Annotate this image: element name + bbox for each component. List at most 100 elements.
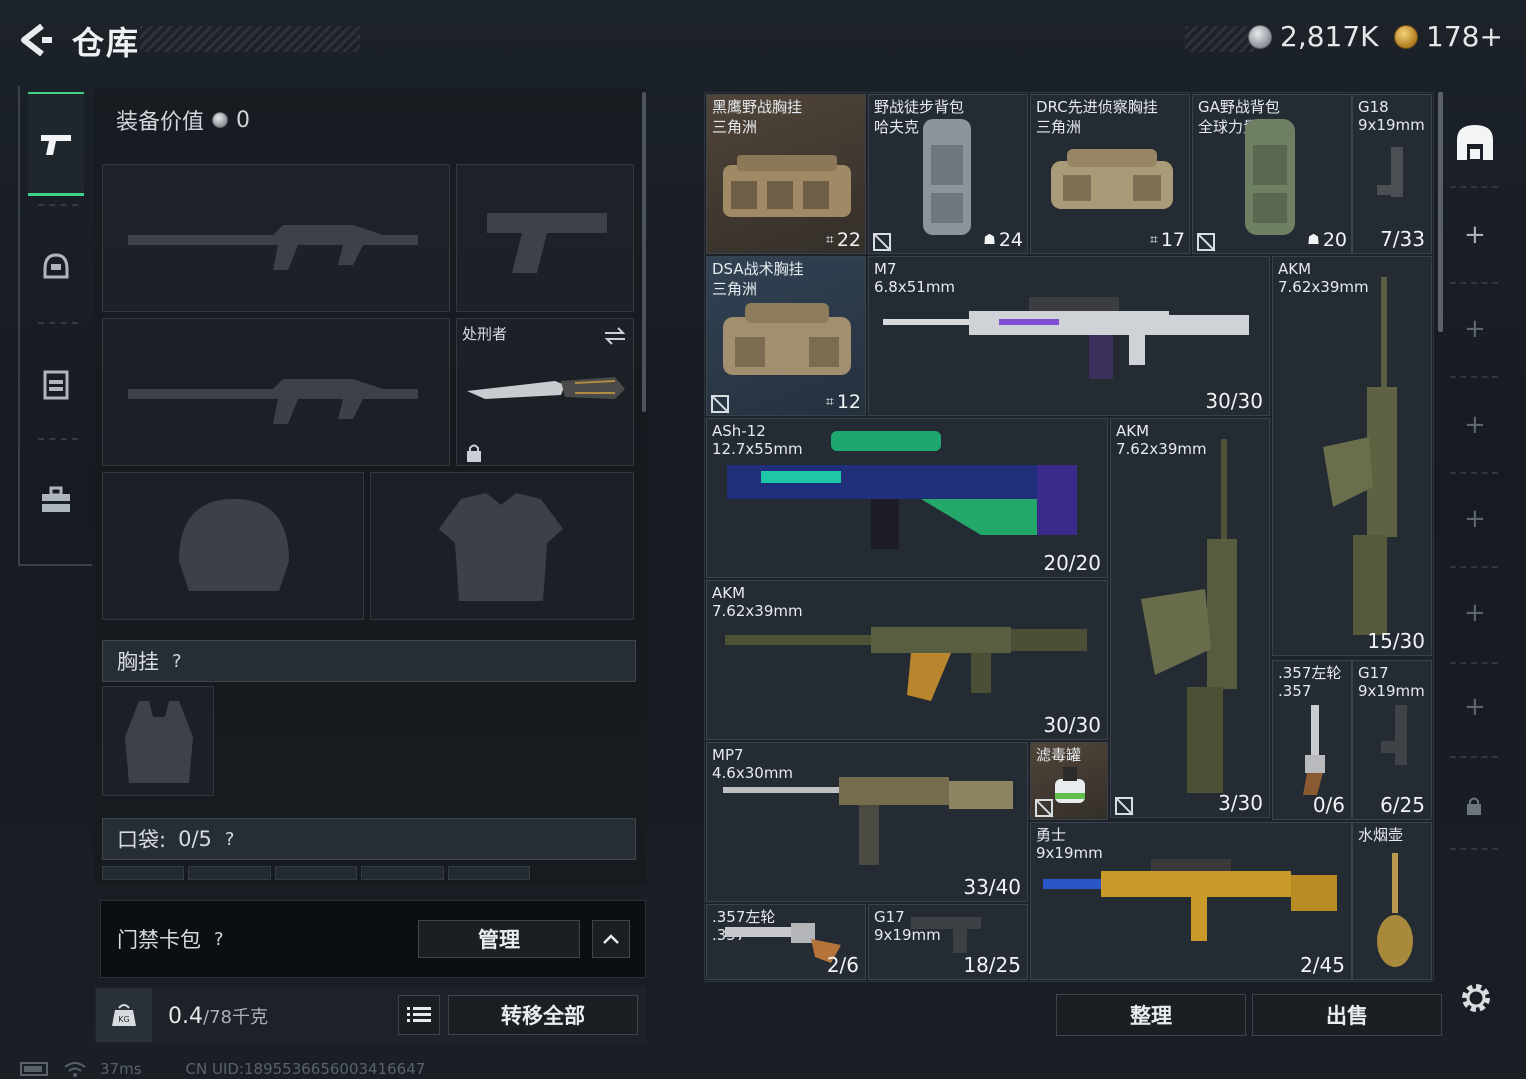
storage-item-ash12[interactable]: ASh-12 12.7x55mm 20/20 <box>706 418 1108 578</box>
pocket-slot[interactable] <box>361 866 444 880</box>
primary-weapon-slot-2[interactable] <box>102 318 450 466</box>
pocket-slot[interactable] <box>102 866 185 880</box>
storage-item-dsa-rig[interactable]: DSA战术胸挂 三角洲 ⌗ 12 <box>706 256 866 416</box>
storage-item-mp7[interactable]: MP7 4.6x30mm 33/40 <box>706 742 1028 902</box>
storage-item-akm-vertical[interactable]: AKM 7.62x39mm 15/30 <box>1272 256 1432 656</box>
helmet-silhouette-icon <box>179 499 289 591</box>
storage-item-m7[interactable]: M7 6.8x51mm 30/30 <box>868 256 1270 416</box>
nav-helmet[interactable] <box>28 214 84 318</box>
storage-item-akm[interactable]: AKM 7.62x39mm 30/30 <box>706 580 1108 740</box>
transfer-all-button[interactable]: 转移全部 <box>448 995 638 1035</box>
add-tab-icon[interactable]: + <box>1464 410 1486 440</box>
nav-briefcase[interactable] <box>28 448 84 552</box>
helmet-slot[interactable] <box>102 472 364 620</box>
storage-item-blackhawk-rig[interactable]: 黑鹰野战胸挂 三角洲 ⌗ 22 <box>706 94 866 254</box>
add-tab-icon[interactable]: + <box>1464 598 1486 628</box>
manage-button[interactable]: 管理 <box>418 920 580 958</box>
item-name: AKM <box>1278 260 1312 278</box>
chest-icon: ⌗ <box>1149 232 1158 248</box>
list-icon <box>407 1007 431 1022</box>
pocket-slot[interactable] <box>274 866 358 880</box>
nav-vest[interactable] <box>28 332 84 436</box>
rifle-art-icon <box>1323 277 1397 635</box>
storage-item-g17-2[interactable]: G17 9x19mm 18/25 <box>868 904 1028 980</box>
item-name: 野战徒步背包 <box>874 98 965 116</box>
item-name: AKM <box>1116 422 1150 440</box>
storage-scrollbar[interactable] <box>1438 92 1443 332</box>
nav-separator <box>38 322 78 324</box>
item-ammo: 0/6 <box>1312 793 1345 817</box>
collapse-button[interactable] <box>592 920 630 958</box>
chest-rig-label: 胸挂 <box>117 650 159 674</box>
equipment-value: 装备价值 0 <box>116 104 250 136</box>
chest-icon: ⌗ <box>825 232 834 248</box>
add-tab-icon[interactable]: + <box>1464 692 1486 722</box>
storage-item-357-revolver[interactable]: .357左轮 .357 0/6 <box>1272 660 1352 820</box>
chevron-up-icon <box>603 934 619 944</box>
storage-item-g18[interactable]: G18 9x19mm 7/33 <box>1352 94 1432 254</box>
storage-item-357-revolver-2[interactable]: .357左轮 .357 2/6 <box>706 904 866 980</box>
wifi-icon <box>64 1062 86 1077</box>
storage-item-hookah[interactable]: 水烟壶 <box>1352 822 1432 980</box>
item-name: G17 <box>1358 664 1389 682</box>
rifle-art-icon <box>725 627 1087 701</box>
chest-rig-header: 胸挂 ? <box>102 640 636 682</box>
back-arrow-icon[interactable] <box>16 20 56 60</box>
pocket-slot[interactable] <box>447 866 531 880</box>
primary-weapon-slot-1[interactable] <box>102 164 450 312</box>
list-view-button[interactable] <box>398 995 440 1035</box>
item-capacity: ⌗ 17 <box>1149 229 1185 251</box>
equipment-scrollbar[interactable] <box>642 92 646 412</box>
item-capacity: ⌗ 12 <box>825 391 861 413</box>
storage-item-hiking-backpack[interactable]: 野战徒步背包 哈夫克 ☗ 24 <box>868 94 1028 254</box>
sell-button[interactable]: 出售 <box>1252 994 1442 1036</box>
body-armor-slot[interactable] <box>370 472 634 620</box>
weight-capacity: /78千克 <box>203 1007 268 1028</box>
storage-item-warrior-smg[interactable]: 勇士 9x19mm 2/45 <box>1030 822 1352 980</box>
rifle-silhouette-icon <box>128 225 418 270</box>
storage-item-drc-rig[interactable]: DRC先进侦察胸挂 三角洲 ⌗ 17 <box>1030 94 1190 254</box>
item-name: AKM <box>712 584 746 602</box>
chest-rig-art-icon <box>1051 149 1173 209</box>
storage-item-akm-vertical-2[interactable]: AKM 7.62x39mm 3/30 <box>1110 418 1270 818</box>
storage-item-ga-backpack[interactable]: GA野战背包 全球力量 ☗ 20 <box>1192 94 1352 254</box>
chest-rig-slot[interactable] <box>102 686 214 796</box>
warehouse-icon[interactable] <box>1454 122 1496 162</box>
melee-slot[interactable]: 处刑者 <box>456 318 634 466</box>
pocket-slot[interactable] <box>188 866 271 880</box>
item-sub: 三角洲 <box>1036 118 1082 136</box>
add-tab-icon[interactable]: + <box>1464 314 1486 344</box>
bag-icon: ☗ <box>1307 232 1320 248</box>
silver-currency[interactable]: 2,817K <box>1248 20 1379 53</box>
settings-gear-icon[interactable] <box>1458 980 1494 1016</box>
add-tab-icon[interactable]: + <box>1464 504 1486 534</box>
sidearm-slot[interactable] <box>456 164 634 312</box>
storage-item-filter-canister[interactable]: 滤毒罐 <box>1030 742 1108 820</box>
nav-separator <box>38 204 78 206</box>
rifle-art-icon <box>1141 439 1237 793</box>
lock-icon <box>467 444 481 462</box>
pocket-count: 0/5 <box>178 827 212 851</box>
swap-icon[interactable] <box>603 327 627 345</box>
item-name: .357左轮 <box>1278 664 1342 682</box>
gold-currency[interactable]: 178+ <box>1394 20 1503 53</box>
knife-icon <box>467 377 625 399</box>
sort-button[interactable]: 整理 <box>1056 994 1246 1036</box>
add-tab-icon[interactable]: + <box>1464 220 1486 250</box>
side-nav <box>18 86 92 566</box>
smg-art-icon <box>1043 859 1337 941</box>
help-icon[interactable]: ? <box>224 828 236 851</box>
help-icon[interactable]: ? <box>213 928 225 951</box>
not-insured-icon <box>1197 233 1215 251</box>
backpack-art-icon <box>923 119 971 235</box>
equipment-value-amount: 0 <box>236 107 251 133</box>
revolver-art-icon <box>1303 705 1325 795</box>
rail-separator <box>1450 662 1498 664</box>
help-icon[interactable]: ? <box>171 650 183 673</box>
storage-item-g17[interactable]: G17 9x19mm 6/25 <box>1352 660 1432 820</box>
chest-rig-art-icon <box>723 155 851 217</box>
nav-weapons[interactable] <box>28 92 84 196</box>
item-sub: .357 <box>1278 682 1312 700</box>
currency-hatch-decoration <box>1185 26 1255 52</box>
hookah-art-icon <box>1377 853 1413 967</box>
